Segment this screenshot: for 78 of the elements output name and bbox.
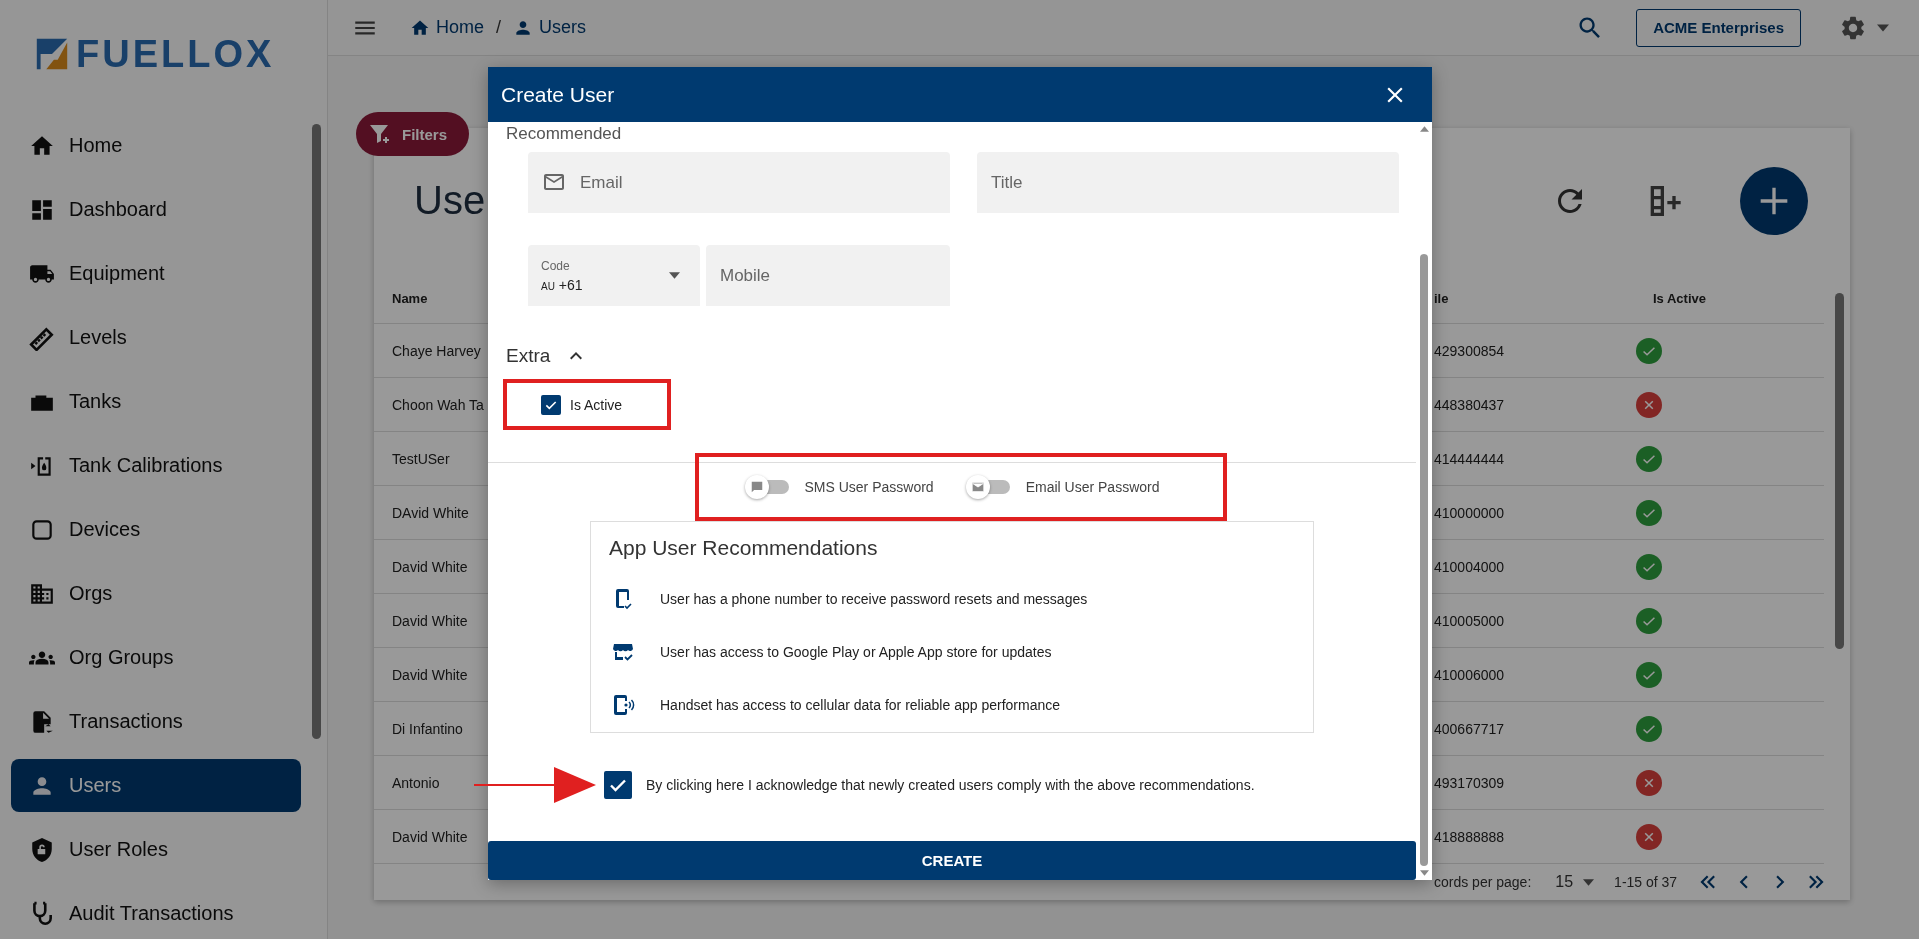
create-button[interactable]: CREATE (488, 841, 1416, 880)
scrollbar[interactable] (312, 124, 321, 739)
sidebar-item[interactable]: Org Groups (11, 631, 301, 684)
sidebar-item[interactable]: Orgs (11, 567, 301, 620)
caret-icon[interactable] (1583, 878, 1595, 886)
sidebar-item[interactable]: Home (11, 119, 301, 172)
organization-button[interactable]: ACME Enterprises (1636, 8, 1801, 47)
breadcrumb-link[interactable]: Home (436, 17, 484, 38)
recommendation-text: Handset has access to cellular data for reliable app performance (660, 696, 1060, 713)
sidebar-item[interactable]: Transactions (11, 695, 301, 748)
toggle-switch[interactable] (965, 476, 1012, 498)
page-title: Use (414, 178, 486, 223)
sidebar-item[interactable]: Tanks (11, 375, 301, 428)
table-cell: 410004000 (1434, 558, 1505, 575)
filter-plus-icon (368, 122, 392, 146)
table-cell: David White (392, 612, 468, 629)
table-cell: 493170309 (1434, 774, 1505, 791)
table-cell: Di Infantino (392, 720, 463, 737)
filters-button[interactable]: Filters (356, 112, 469, 156)
sidebar-item[interactable]: User Roles (11, 823, 301, 876)
email-field[interactable]: Email (528, 152, 950, 213)
checkbox-label: Is Active (570, 396, 623, 413)
table-cell: 418888888 (1434, 828, 1505, 845)
chat-bubble-icon (749, 480, 764, 494)
table-cell: DAvid White (392, 504, 469, 521)
scroll-up-icon[interactable] (1419, 126, 1429, 132)
checkbox[interactable] (604, 771, 632, 799)
table-cell: Choon Wah Ta (392, 396, 484, 413)
breadcrumb-separator: / (496, 17, 502, 38)
checkbox[interactable] (541, 394, 561, 415)
table-cell: David White (392, 828, 468, 845)
caret-icon (669, 272, 680, 279)
dialog-title: Create User (501, 82, 615, 107)
sidebar-item[interactable]: Devices (11, 503, 301, 556)
toggle-switch[interactable] (744, 476, 791, 498)
brand-name: FUELLOX (76, 32, 275, 76)
caret-icon[interactable] (1877, 23, 1889, 32)
scrollbar[interactable] (1835, 293, 1844, 649)
column-header: Name (392, 290, 428, 306)
sidebar-item[interactable]: Tank Calibrations (11, 439, 301, 492)
acknowledgement-text: By clicking here I acknowledge that newly created users comply with the above recommendations. (646, 777, 1255, 793)
mobile-field[interactable]: Mobile (706, 245, 950, 306)
phone-signal-icon (611, 692, 635, 717)
table-cell: 414444444 (1434, 450, 1505, 467)
table-cell: 410005000 (1434, 612, 1505, 629)
table-cell: 429300854 (1434, 342, 1505, 359)
title-field[interactable]: Title (977, 152, 1399, 213)
table-cell: Antonio (392, 774, 440, 791)
table-cell: 410006000 (1434, 666, 1505, 683)
rows-per-page-select[interactable]: 15 (1555, 873, 1574, 891)
table-cell: 400667717 (1434, 720, 1505, 737)
table-cell: TestUSer (392, 450, 450, 467)
sidebar-item[interactable]: Equipment (11, 247, 301, 300)
column-header: Is Active (1653, 290, 1706, 306)
toggle-label: SMS User Password (804, 479, 934, 495)
table-cell: David White (392, 558, 468, 575)
page-range: 1-15 of 37 (1614, 874, 1678, 890)
scroll-down-icon[interactable] (1419, 870, 1429, 876)
sidebar-item[interactable]: Dashboard (11, 183, 301, 236)
table-cell: Chaye Harvey (392, 342, 481, 359)
mail-icon (970, 480, 985, 494)
column-header: ile (1434, 290, 1449, 306)
table-cell: 448380437 (1434, 396, 1505, 413)
country-code-select[interactable]: Code AU +61 (528, 245, 700, 306)
recommendation-text: User has access to Google Play or Apple App store for updates (660, 643, 1052, 660)
rows-per-page-label: cords per page: (1434, 874, 1532, 890)
breadcrumb-link[interactable]: Users (539, 17, 587, 38)
toggle-label: Email User Password (1025, 479, 1160, 495)
recommendation-text: User has a phone number to receive password resets and messages (660, 590, 1088, 607)
shield-lock-icon (29, 836, 55, 863)
section-heading: Extra (506, 345, 551, 367)
sidebar-item[interactable]: Users (11, 759, 301, 812)
sidebar-item[interactable]: Levels (11, 311, 301, 364)
table-cell: 410000000 (1434, 504, 1505, 521)
table-cell: David White (392, 666, 468, 683)
sidebar-item[interactable]: Audit Transactions (11, 887, 301, 939)
section-heading: Recommended (506, 124, 623, 144)
panel-title: App User Recommendations (609, 536, 879, 560)
